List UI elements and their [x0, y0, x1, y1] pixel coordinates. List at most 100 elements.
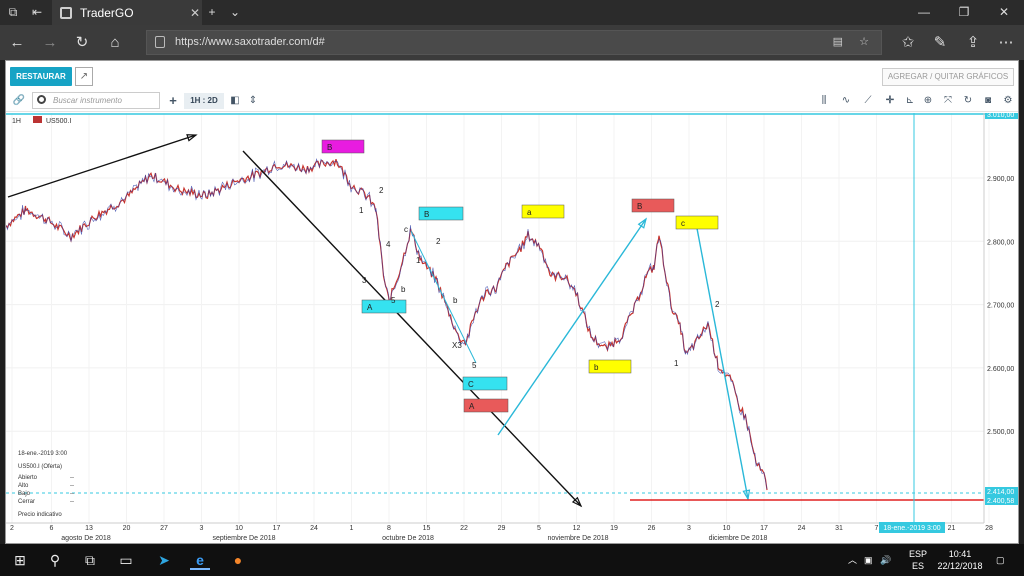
- wave-count-label: 1: [359, 206, 364, 215]
- clock[interactable]: 10:41 22/12/2018: [932, 548, 988, 572]
- favorite-star-icon[interactable]: ☆: [859, 31, 869, 54]
- price-tick-label: 2.600,00: [987, 366, 1014, 373]
- telegram-icon[interactable]: ➤: [154, 550, 174, 570]
- maximize-icon[interactable]: ❐: [944, 0, 984, 25]
- info-instrument: US500.I (Oferta): [18, 464, 62, 470]
- notifications-icon[interactable]: ▢: [996, 554, 1005, 566]
- popout-icon[interactable]: ↗: [75, 67, 93, 86]
- fibonacci-icon[interactable]: ⊾: [902, 93, 918, 109]
- settings-gear-icon[interactable]: ⚙: [1000, 93, 1016, 109]
- time-tick-label: 15: [423, 525, 431, 532]
- search-icon: [37, 95, 46, 104]
- time-tick-label: 27: [160, 525, 168, 532]
- url-text: https://www.saxotrader.com/d#: [175, 36, 325, 48]
- fit-icon[interactable]: ⤧: [940, 93, 956, 109]
- wave-count-label: 1: [674, 359, 679, 368]
- time-tick-label: 8: [387, 525, 391, 532]
- reading-view-icon[interactable]: ▤: [833, 31, 843, 54]
- wave-count-label: 3: [362, 276, 367, 285]
- windows-taskbar: ⊞ ⚲ ⧉ ▭ ➤ e ● ︿ ▣ 🔊 ESP ES 10:41 22/12/2…: [0, 544, 1024, 576]
- windows-start-icon[interactable]: ⊞: [10, 550, 30, 570]
- wave-count-label: b: [401, 285, 406, 294]
- time-tick-label: 10: [723, 525, 731, 532]
- taskbar-search-icon[interactable]: ⚲: [45, 550, 65, 570]
- time-tick-label: 22: [460, 525, 468, 532]
- info-row-label: Alto: [18, 483, 29, 489]
- time-tick-label: 21: [948, 525, 956, 532]
- studies-icon[interactable]: ∿: [838, 93, 854, 109]
- language-bottom: ES: [911, 561, 924, 571]
- time-tick-label: 17: [273, 525, 281, 532]
- crosshair-date-label: 18-ene.-2019 3:00: [883, 525, 940, 532]
- reset-icon[interactable]: ↻: [960, 93, 976, 109]
- forward-icon[interactable]: →: [40, 33, 60, 53]
- wave-count-label: 5: [472, 361, 477, 370]
- home-icon[interactable]: ⌂: [105, 33, 125, 53]
- trading-app: RESTAURAR ↗ AGREGAR / QUITAR GRÁFICOS 🔗 …: [5, 60, 1019, 544]
- time-tick-label: 2: [10, 525, 14, 532]
- new-tab-icon[interactable]: +: [205, 5, 219, 19]
- network-icon[interactable]: ▣: [864, 554, 873, 566]
- more-icon[interactable]: ⋯: [996, 33, 1016, 53]
- tab-title: TraderGO: [80, 5, 134, 20]
- top-price-label: 3.010,00: [987, 113, 1014, 119]
- restore-button[interactable]: RESTAURAR: [10, 67, 72, 86]
- add-remove-charts-button[interactable]: AGREGAR / QUITAR GRÁFICOS: [882, 68, 1014, 86]
- chart-svg: 1H US500.I BB aBcACAb12345bc12bX35 12 2.90…: [5, 110, 1018, 543]
- time-tick-label: 1: [350, 525, 354, 532]
- clock-date: 22/12/2018: [937, 561, 983, 571]
- share-icon[interactable]: ⇪: [963, 33, 983, 53]
- time-tick-label: 19: [610, 525, 618, 532]
- refresh-icon[interactable]: ↻: [72, 33, 92, 53]
- price-tick-label: 2.900,00: [987, 176, 1014, 183]
- camera-icon[interactable]: ◙: [980, 93, 996, 109]
- compare-icon[interactable]: ⇕: [246, 93, 260, 109]
- month-label: octubre De 2018: [382, 535, 434, 542]
- trendline-icon[interactable]: ⟋: [860, 93, 876, 109]
- firefox-icon[interactable]: ●: [228, 550, 248, 570]
- instrument-search-input[interactable]: Buscar instrumento: [32, 92, 160, 109]
- tray-expand-icon[interactable]: ︿: [848, 554, 857, 566]
- minimize-icon[interactable]: —: [904, 0, 944, 25]
- link-icon[interactable]: 🔗: [12, 93, 26, 109]
- notes-icon[interactable]: ✎: [930, 33, 950, 53]
- time-tick-label: 20: [123, 525, 131, 532]
- time-tick-label: 26: [648, 525, 656, 532]
- price-chart[interactable]: 1H US500.I B Ba Bc A C Ab 1 2 3 4 5 b c 1 2 b X3 5 1 2 2.90…: [5, 110, 1018, 543]
- month-label: agosto De 2018: [61, 535, 111, 542]
- edge-icon[interactable]: e: [190, 550, 210, 570]
- indicators-icon[interactable]: ⫼: [816, 93, 832, 109]
- wave-count-label: X3: [452, 341, 462, 350]
- time-tick-label: 13: [85, 525, 93, 532]
- wave-count-label: 1: [416, 256, 421, 265]
- price-tick-label: 2.800,00: [987, 239, 1014, 246]
- timeframe-button[interactable]: 1H : 2D: [184, 93, 224, 109]
- wave-box-label: A: [469, 402, 475, 411]
- add-instrument-icon[interactable]: +: [166, 93, 180, 109]
- wave-count-label: c: [404, 225, 408, 234]
- browser-navbar: ← → ↻ ⌂ https://www.saxotrader.com/d# ▤ …: [0, 25, 1024, 60]
- language-top: ESP: [908, 549, 927, 559]
- favorites-icon[interactable]: ✩: [898, 33, 918, 53]
- tab-close-icon[interactable]: ✕: [188, 6, 202, 20]
- chart-type-icon[interactable]: ◧: [228, 93, 242, 109]
- info-row-value: --: [70, 475, 74, 481]
- language-indicator[interactable]: ESP ES: [906, 548, 930, 572]
- tab-tradergo[interactable]: TraderGO ✕: [52, 0, 202, 25]
- explorer-icon[interactable]: ▭: [116, 550, 136, 570]
- wave-box-label: c: [681, 219, 685, 228]
- back-tabs-icon[interactable]: ⇤: [30, 5, 44, 19]
- crosshair-icon[interactable]: ✛: [882, 93, 898, 109]
- search-placeholder: Buscar instrumento: [53, 96, 122, 105]
- tab-list-icon[interactable]: ⌄: [228, 5, 242, 19]
- price-badge-2-label: 2.400,58: [987, 498, 1014, 505]
- wave-count-label: 2: [379, 186, 384, 195]
- back-icon[interactable]: ←: [7, 33, 27, 53]
- task-view-icon[interactable]: ⧉: [80, 550, 100, 570]
- price-tick-label: 2.700,00: [987, 303, 1014, 310]
- zoom-icon[interactable]: ⊕: [920, 93, 936, 109]
- address-bar[interactable]: https://www.saxotrader.com/d# ▤ ☆: [146, 30, 882, 55]
- volume-icon[interactable]: 🔊: [880, 554, 891, 566]
- tab-manager-icon[interactable]: ⧉: [6, 5, 20, 19]
- close-window-icon[interactable]: ✕: [984, 0, 1024, 25]
